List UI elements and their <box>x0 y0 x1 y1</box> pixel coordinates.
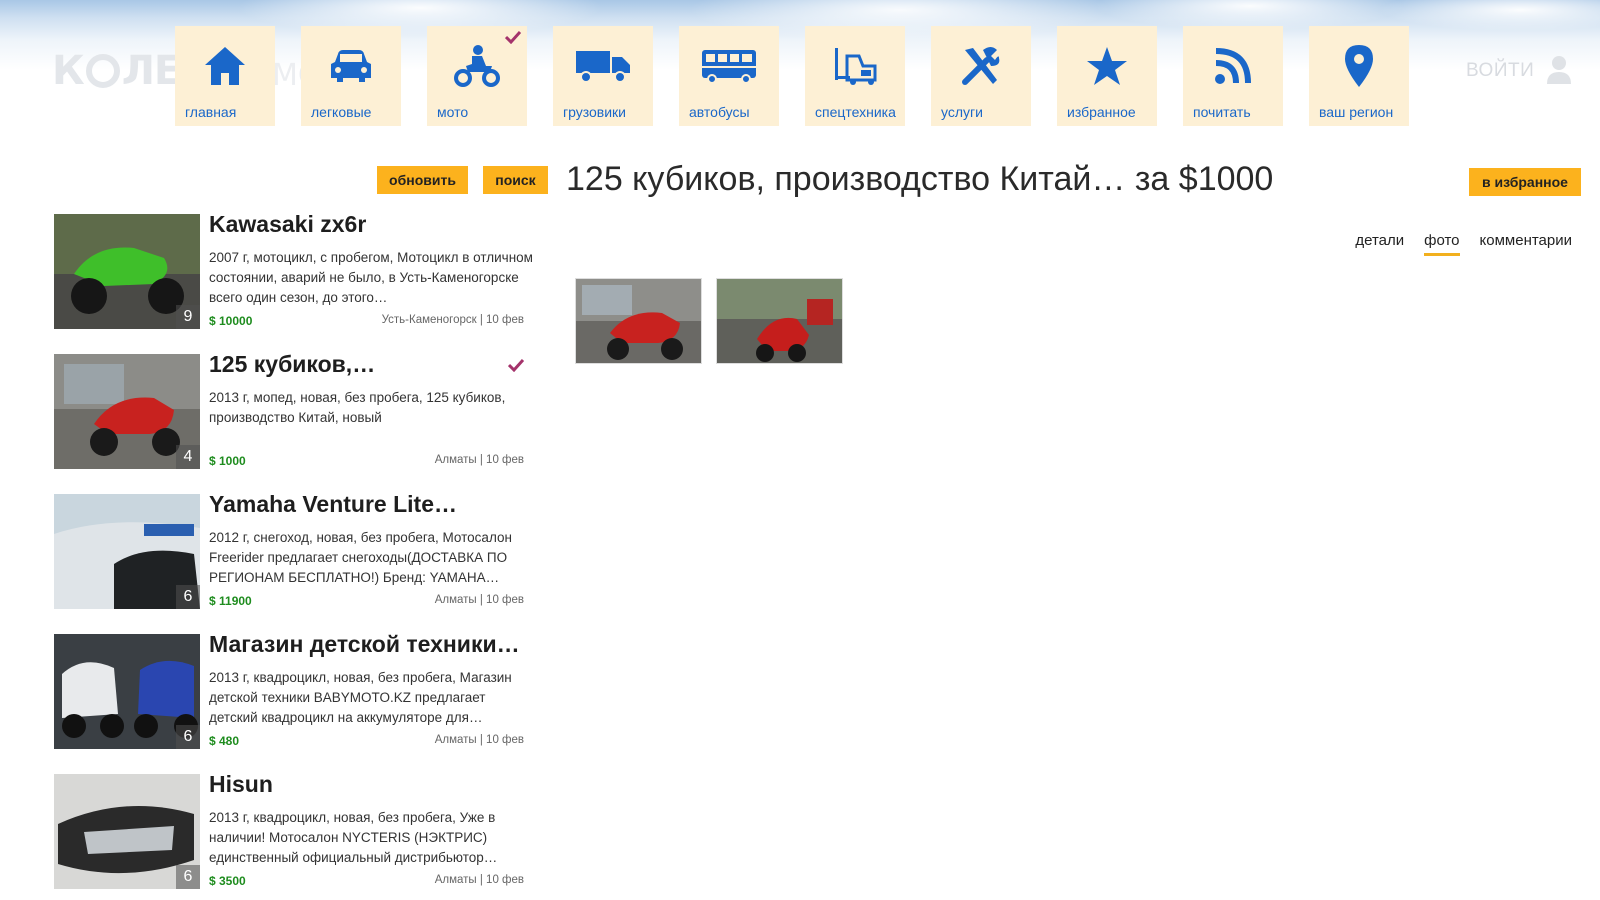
nav-label: мото <box>437 104 469 120</box>
rss-icon <box>1215 48 1251 84</box>
logo-text-left: К <box>52 48 85 94</box>
location-pin-icon <box>1345 45 1373 87</box>
list-item[interactable]: 9 Kawasaki zx6r 2007 г, мотоцикл, с проб… <box>54 211 534 329</box>
listing-title[interactable]: 125 кубиков,… <box>209 351 375 378</box>
user-icon[interactable] <box>1546 54 1572 84</box>
list-item[interactable]: 6 Магазин детской техники… 2013 г, квадр… <box>54 631 534 749</box>
login-link[interactable]: ВОЙТИ <box>1466 60 1534 82</box>
nav-tile-favorites[interactable]: избранное <box>1057 26 1157 126</box>
category-nav: главная легковые мото грузовики автобусы… <box>175 26 1435 126</box>
nav-label: почитать <box>1193 104 1251 120</box>
tab-photos[interactable]: фото <box>1424 232 1460 256</box>
nav-label: услуги <box>941 104 983 120</box>
nav-label: избранное <box>1067 104 1136 120</box>
nav-tile-cars[interactable]: легковые <box>301 26 401 126</box>
detail-tabs: детали фото комментарии <box>1355 232 1572 256</box>
photo-count-badge: 6 <box>176 585 200 609</box>
star-icon <box>1087 47 1127 85</box>
listing-price: $ 10000 <box>209 314 253 328</box>
nav-tile-special[interactable]: спецтехника <box>805 26 905 126</box>
photo-count-badge: 6 <box>176 725 200 749</box>
forklift-icon <box>835 48 877 85</box>
listing-price: $ 1000 <box>209 454 246 468</box>
listing-meta: Алматы | 10 фев <box>434 454 524 466</box>
nav-tile-services[interactable]: услуги <box>931 26 1031 126</box>
site-logo[interactable]: К ЛЕ <box>52 48 182 94</box>
logo-text-right: ЛЕ <box>121 48 182 94</box>
listing-thumbnail[interactable]: 6 <box>54 494 200 609</box>
tab-comments[interactable]: комментарии <box>1480 232 1572 256</box>
listing-description: 2013 г, квадроцикл, новая, без пробега, … <box>209 810 498 865</box>
listing-title[interactable]: Yamaha Venture Lite… <box>209 491 457 518</box>
listing-meta: Алматы | 10 фев <box>434 594 524 606</box>
listing-description: 2012 г, снегоход, новая, без пробега, Мо… <box>209 530 512 585</box>
logo-wheel-icon <box>85 54 120 88</box>
nav-tile-read[interactable]: почитать <box>1183 26 1283 126</box>
nav-tile-moto[interactable]: мото <box>427 26 527 126</box>
list-item[interactable]: 6 Yamaha Venture Lite… 2012 г, снегоход,… <box>54 491 534 609</box>
photo-gallery <box>575 278 843 364</box>
scooter-photo-image <box>717 279 842 363</box>
scooter-photo-image <box>576 279 701 363</box>
photo-count-badge: 4 <box>176 445 200 469</box>
listing-description: 2007 г, мотоцикл, с пробегом, Мотоцикл в… <box>209 250 533 305</box>
listing-description: 2013 г, мопед, новая, без пробега, 125 к… <box>209 390 506 425</box>
bus-icon <box>702 50 756 84</box>
listing-price: $ 480 <box>209 734 240 748</box>
gallery-photo[interactable] <box>575 278 702 364</box>
truck-icon <box>576 51 630 83</box>
photo-count-badge: 9 <box>176 305 200 329</box>
listing-list: 9 Kawasaki zx6r 2007 г, мотоцикл, с проб… <box>54 211 534 900</box>
nav-tile-region[interactable]: ваш регион <box>1309 26 1409 126</box>
listing-meta: Алматы | 10 фев <box>434 874 524 886</box>
car-icon <box>331 50 371 82</box>
list-item[interactable]: 6 Hisun 2013 г, квадроцикл, новая, без п… <box>54 771 534 889</box>
nav-label: ваш регион <box>1319 104 1394 120</box>
photo-count-badge: 6 <box>176 865 200 889</box>
gallery-photo[interactable] <box>716 278 843 364</box>
listing-price: $ 3500 <box>209 874 246 888</box>
nav-label: легковые <box>311 104 372 120</box>
nav-tile-trucks[interactable]: грузовики <box>553 26 653 126</box>
detail-title: 125 кубиков, производство Китай… за $100… <box>566 160 1274 198</box>
listing-title[interactable]: Kawasaki zx6r <box>209 211 366 238</box>
nav-label: спецтехника <box>815 104 896 120</box>
listing-title[interactable]: Магазин детской техники… <box>209 631 520 658</box>
search-button[interactable]: поиск <box>483 166 548 194</box>
listing-meta: Алматы | 10 фев <box>434 734 524 746</box>
tab-details[interactable]: детали <box>1355 232 1404 256</box>
listing-thumbnail[interactable]: 9 <box>54 214 200 329</box>
selected-check-icon <box>508 358 524 372</box>
listing-thumbnail[interactable]: 6 <box>54 634 200 749</box>
motorcycle-icon <box>454 45 500 87</box>
listing-thumbnail[interactable]: 6 <box>54 774 200 889</box>
add-to-favorites-button[interactable]: в избранное <box>1469 168 1581 196</box>
nav-label: автобусы <box>689 104 750 120</box>
listing-title[interactable]: Hisun <box>209 771 273 798</box>
nav-tile-home[interactable]: главная <box>175 26 275 126</box>
home-icon <box>205 47 245 85</box>
nav-label: главная <box>185 104 237 120</box>
nav-label: грузовики <box>563 104 626 120</box>
tools-icon <box>962 47 1000 85</box>
listing-thumbnail[interactable]: 4 <box>54 354 200 469</box>
listing-price: $ 11900 <box>209 594 252 608</box>
nav-tile-buses[interactable]: автобусы <box>679 26 779 126</box>
list-item[interactable]: 4 125 кубиков,… 2013 г, мопед, новая, бе… <box>54 351 534 469</box>
listing-description: 2013 г, квадроцикл, новая, без пробега, … <box>209 670 512 725</box>
refresh-button[interactable]: обновить <box>377 166 468 194</box>
listing-meta: Усть-Каменогорск | 10 фев <box>381 314 524 326</box>
